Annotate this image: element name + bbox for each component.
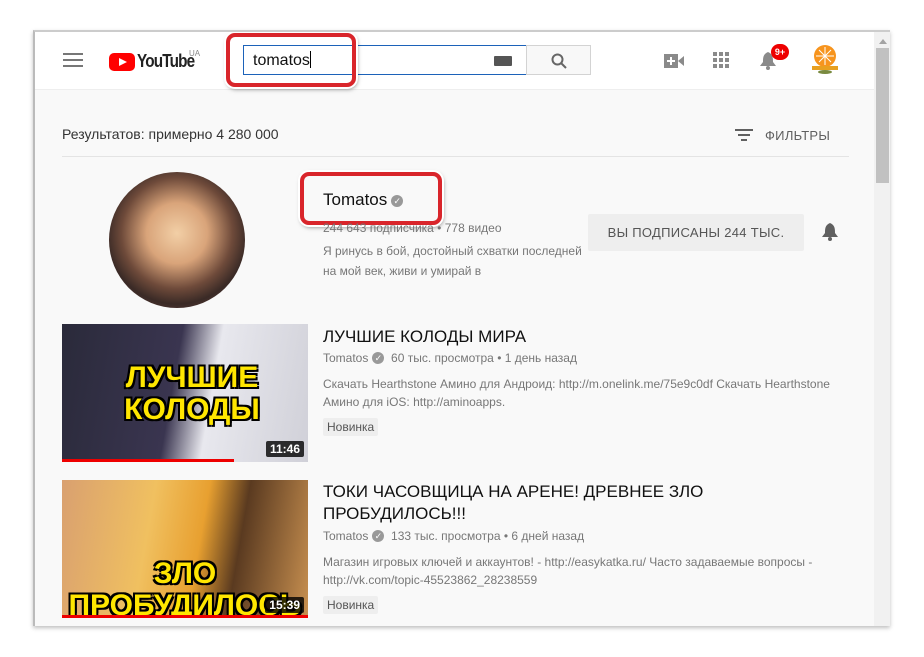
view-count: 133 тыс. просмотра — [391, 529, 501, 543]
notification-badge: 9+ — [771, 44, 789, 60]
video-channel[interactable]: Tomatos — [323, 351, 368, 365]
hamburger-menu-icon[interactable] — [63, 53, 83, 67]
channel-meta: 244 643 подписчика • 778 видео — [323, 221, 502, 235]
new-badge: Новинка — [323, 596, 379, 614]
video-meta: Tomatos ✓ 133 тыс. просмотра • 6 дней наз… — [323, 529, 585, 543]
channel-description: Я ринусь в бой, достойный схватки послед… — [323, 244, 582, 278]
thumbnail-text: ЛУЧШИЕ КОЛОДЫ — [124, 361, 260, 426]
channel-notifications-bell-icon[interactable] — [821, 222, 839, 242]
results-count: Результатов: примерно 4 280 000 — [62, 126, 279, 142]
search-icon — [551, 53, 567, 69]
video-channel[interactable]: Tomatos — [323, 529, 368, 543]
video-title[interactable]: ТОКИ ЧАСОВЩИЦА НА АРЕНЕ! ДРЕВНЕЕ ЗЛО ПРО… — [323, 481, 743, 525]
filter-icon — [735, 126, 753, 144]
channel-avatar[interactable] — [109, 172, 245, 308]
scrollbar-thumb[interactable] — [876, 48, 889, 183]
view-count: 60 тыс. просмотра — [391, 351, 494, 365]
highlight-box — [226, 33, 356, 87]
video-thumbnail[interactable]: ЗЛО ПРОБУДИЛОСЬ 15:39 — [62, 480, 308, 618]
logo-text: YouTube — [137, 51, 195, 71]
watch-progress — [62, 615, 308, 618]
filters-label: ФИЛЬТРЫ — [765, 127, 831, 143]
divider — [62, 156, 849, 157]
video-description: Скачать Hearthstone Амино для Андроид: h… — [323, 377, 830, 409]
video-meta: Tomatos ✓ 60 тыс. просмотра • 1 день наза… — [323, 351, 577, 365]
browser-viewport: YouTube UA tomatos 9+ Результатов: приме… — [33, 30, 890, 626]
subscribed-button[interactable]: ВЫ ПОДПИСАНЫ 244 ТЫС. — [588, 214, 804, 251]
filters-button[interactable]: ФИЛЬТРЫ — [735, 126, 830, 144]
search-button[interactable] — [526, 45, 591, 75]
video-thumbnail[interactable]: ЛУЧШИЕ КОЛОДЫ 11:46 — [62, 324, 308, 462]
apps-grid-icon[interactable] — [713, 52, 729, 68]
watch-progress — [62, 459, 235, 462]
country-code: UA — [189, 49, 201, 58]
video-count: 778 видео — [444, 221, 502, 235]
scrollbar[interactable] — [874, 32, 890, 626]
account-avatar[interactable] — [811, 44, 839, 74]
video-duration: 11:46 — [265, 441, 304, 457]
upload-age: 6 дней назад — [511, 529, 585, 543]
new-badge: Новинка — [323, 418, 379, 436]
youtube-logo[interactable]: YouTube UA — [109, 49, 204, 72]
masthead: YouTube UA tomatos 9+ — [35, 32, 874, 90]
upload-age: 1 день назад — [504, 351, 577, 365]
verified-icon: ✓ — [372, 352, 385, 364]
scroll-up-icon[interactable] — [879, 39, 887, 44]
keyboard-icon[interactable] — [494, 56, 512, 66]
video-title[interactable]: ЛУЧШИЕ КОЛОДЫ МИРА — [323, 326, 743, 348]
verified-icon: ✓ — [372, 530, 385, 542]
subscriber-count: 244 643 подписчика — [323, 221, 434, 235]
highlight-box — [300, 172, 442, 225]
create-video-icon[interactable] — [664, 54, 684, 68]
video-description: Магазин игровых ключей и аккаунтов! - ht… — [323, 555, 813, 587]
play-logo-icon — [109, 52, 135, 71]
video-duration: 15:39 — [265, 597, 304, 613]
